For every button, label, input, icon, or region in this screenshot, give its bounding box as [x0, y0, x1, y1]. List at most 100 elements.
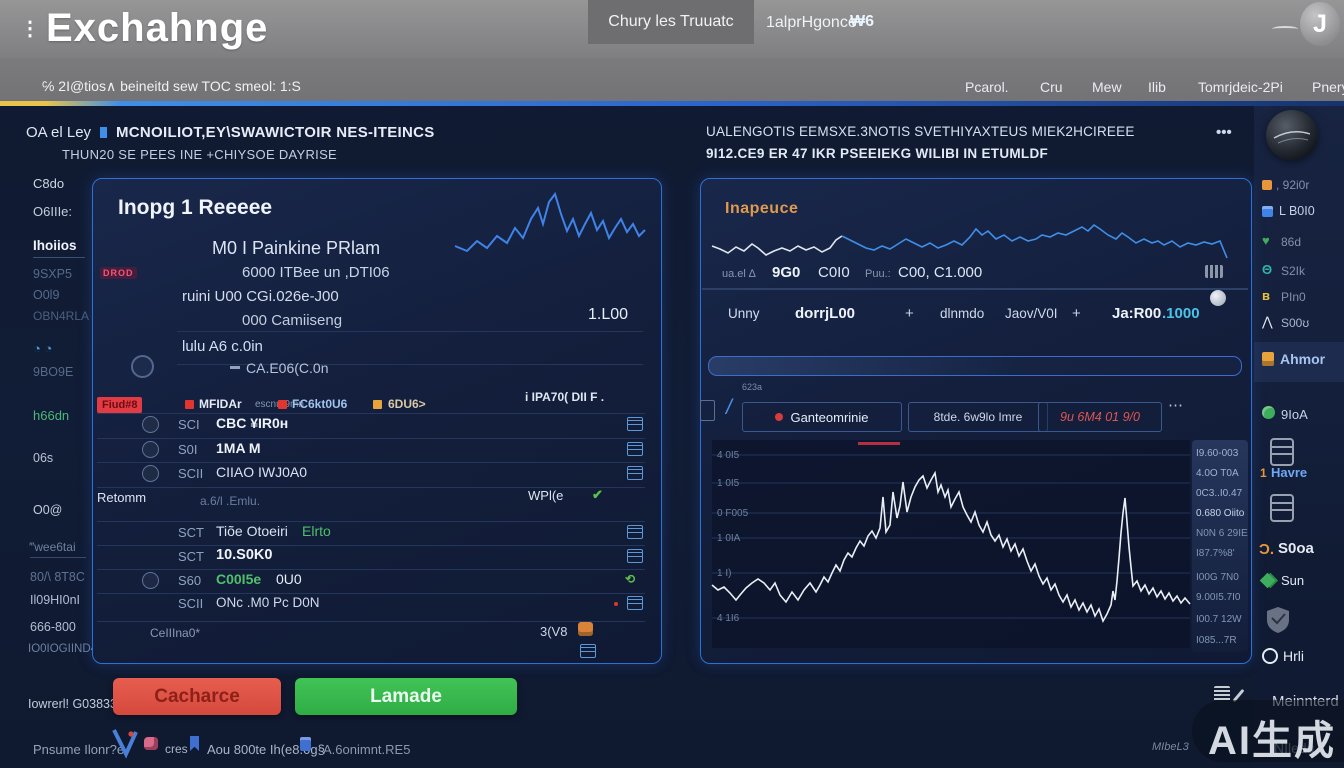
side-box-icon[interactable] — [700, 400, 715, 421]
row2-toggle[interactable] — [142, 441, 159, 458]
form-f5[interactable]: Ja:R00 — [1112, 305, 1161, 322]
form-f6[interactable]: .1000 — [1162, 305, 1200, 322]
confirm-button[interactable]: Lamade — [295, 678, 517, 715]
sidebar-item-wee6tai[interactable]: ‴wee6tai — [30, 540, 76, 554]
rs-item-havre[interactable]: Havre — [1271, 465, 1307, 480]
form-plus-1[interactable]: + — [905, 305, 914, 322]
legend-right: i IPA70( DII F . — [525, 390, 604, 404]
range-slider[interactable] — [708, 356, 1242, 376]
order-line4[interactable]: lulu A6 c.0in — [182, 338, 263, 355]
sidebar-item-il09[interactable]: Il09HI0nI — [30, 593, 80, 607]
file-icon-2[interactable] — [1270, 494, 1294, 522]
row3-toggle[interactable] — [142, 465, 159, 482]
footer-link-cres[interactable]: cres — [165, 742, 188, 756]
sidebar-item-io0io[interactable]: IO0IOGIIND4 — [28, 643, 97, 655]
row6-right-icon[interactable]: ⟲ — [625, 572, 635, 586]
rs-item-b0i0[interactable]: L B0I0 — [1279, 204, 1315, 218]
box-orange-icon — [1262, 352, 1274, 366]
sidebar-item-o0l9[interactable]: O0l9 — [33, 288, 59, 302]
row1-doc-icon[interactable] — [627, 417, 643, 431]
rs-item-sun[interactable]: Sun — [1281, 573, 1304, 588]
rs-item-s0oa[interactable]: S0oa — [1278, 540, 1314, 557]
file-icon-1[interactable] — [1270, 438, 1294, 466]
panel-footer-icon[interactable] — [578, 622, 593, 636]
row-sep — [97, 413, 645, 414]
form-f4[interactable]: Jaov/V0I — [1005, 306, 1058, 321]
sidebar-item-8t8c[interactable]: 80/\ 8T8C — [30, 570, 85, 584]
row4-doc-icon[interactable] — [627, 525, 643, 539]
rs-item-pin0[interactable]: PIn0 — [1281, 290, 1306, 304]
form-plus-2[interactable]: + — [1072, 305, 1081, 322]
row1-prefix: SCI — [178, 417, 200, 432]
rs-item-86d[interactable]: 86d — [1281, 235, 1301, 249]
more-dots[interactable]: ⋯ — [1168, 396, 1185, 414]
sidebar-item-ihoiios[interactable]: Ihoiios — [33, 238, 77, 253]
sidebar-item-c8do[interactable]: C8do — [33, 176, 64, 191]
market-stat2: C0I0 — [818, 264, 850, 281]
midrow-check-icon[interactable]: ✔ — [592, 487, 603, 503]
filter-button-3[interactable]: 9u 6M4 01 9/0 — [1038, 402, 1162, 432]
filter-button-1[interactable]: Ganteomrinie — [742, 402, 902, 432]
nav-link[interactable]: 1alprHgonce — [766, 14, 857, 32]
row2-label[interactable]: 1MA M — [216, 440, 261, 456]
rs-item-s2ik[interactable]: S2Ik — [1281, 264, 1305, 278]
form-f2[interactable]: dorrjL00 — [795, 305, 855, 322]
row3-label[interactable]: CIIAO IWJ0A0 — [216, 464, 307, 480]
market-stats-mid: Puu.: — [865, 268, 891, 280]
subnav-item-tom[interactable]: Tomrjdeic-2Pi — [1198, 79, 1283, 95]
sidebar-item-o6iie[interactable]: O6IIIe: — [33, 204, 72, 219]
legend-swatch-orange — [373, 400, 382, 409]
sidebar-item-o0[interactable]: O0@ — [33, 503, 62, 517]
pink-icon — [144, 737, 158, 750]
midrow-mid: a.6/l .Emlu. — [200, 494, 260, 508]
row1-label[interactable]: CBC ¥IR0н — [216, 415, 288, 431]
row3-doc-icon[interactable] — [627, 466, 643, 480]
nav-box[interactable]: Chury les Truuatc — [588, 0, 754, 44]
row4-label[interactable]: Tiõe Otoeiri — [216, 523, 288, 539]
row7-label[interactable]: ONc .M0 Pc D0N — [216, 595, 320, 610]
order-circle-icon[interactable] — [131, 355, 154, 378]
rs-item-9ioa[interactable]: 9IoA — [1281, 407, 1308, 422]
sidebar-item-h66dn[interactable]: h66dn — [33, 408, 69, 423]
rs-item-s00u[interactable]: S00ʊ — [1281, 316, 1309, 330]
shield-icon[interactable] — [1266, 606, 1290, 634]
sidebar-item-9sxp5[interactable]: 9SXP5 — [33, 267, 72, 281]
subnav-item-pcarol[interactable]: Pcarol. — [965, 79, 1009, 95]
row7-doc-icon[interactable] — [627, 596, 643, 610]
row6-toggle[interactable] — [142, 572, 159, 589]
order-line5[interactable]: CA.E06(C.0n — [246, 360, 328, 376]
filter-button-2[interactable]: 8tde. 6w9lo Imre — [908, 402, 1048, 432]
sidebar-item-obn4rla[interactable]: OBN4RLA — [33, 309, 89, 323]
panel-footer-doc-icon[interactable] — [580, 644, 596, 658]
avatar[interactable]: J — [1300, 2, 1340, 46]
range-tag: 623a — [742, 382, 762, 392]
header-menu-dots[interactable]: ••• — [1216, 124, 1232, 141]
rs-item-hrli[interactable]: Hrli — [1283, 648, 1304, 664]
cancel-button[interactable]: Cacharce — [113, 678, 281, 715]
sidebar-item-666[interactable]: 666-800 — [30, 620, 76, 634]
subnav-item-mew[interactable]: Mew — [1092, 79, 1122, 95]
subnav-item-pnery[interactable]: Pnery — [1312, 79, 1344, 95]
footer-link-3[interactable]: A.6onimnt.RE5 — [323, 742, 410, 757]
rs-item-ahmor[interactable]: Ahmor — [1280, 351, 1325, 367]
row6-label[interactable]: 0U0 — [276, 571, 302, 587]
sidebar-item-9bo9e[interactable]: 9BO9E — [33, 365, 73, 379]
heart-icon: ♥ — [1262, 233, 1270, 248]
row5-doc-icon[interactable] — [627, 549, 643, 563]
market-grid-icon[interactable] — [1205, 265, 1223, 278]
row2-doc-icon[interactable] — [627, 442, 643, 456]
row4-prefix: SCT — [178, 525, 204, 540]
rs-item-92i0r[interactable]: , 92i0r — [1276, 178, 1309, 192]
market-globe-icon[interactable] — [1210, 290, 1226, 306]
sidebar-icons[interactable]: ◔ ◔ — [33, 341, 52, 356]
subnav-item-ilib[interactable]: Ilib — [1148, 79, 1166, 95]
row-sep — [97, 621, 645, 622]
subnav-item-cru[interactable]: Cru — [1040, 79, 1063, 95]
row5-label[interactable]: 10.S0K0 — [216, 547, 272, 563]
row1-toggle[interactable] — [142, 416, 159, 433]
nav-badge[interactable]: ₩6 — [850, 13, 874, 31]
sidebar-item-06s[interactable]: 06s — [33, 451, 53, 465]
row6-label-green[interactable]: C00I5e — [216, 571, 261, 587]
row4-label2[interactable]: Elrto — [302, 523, 331, 539]
row-sep — [97, 569, 645, 570]
